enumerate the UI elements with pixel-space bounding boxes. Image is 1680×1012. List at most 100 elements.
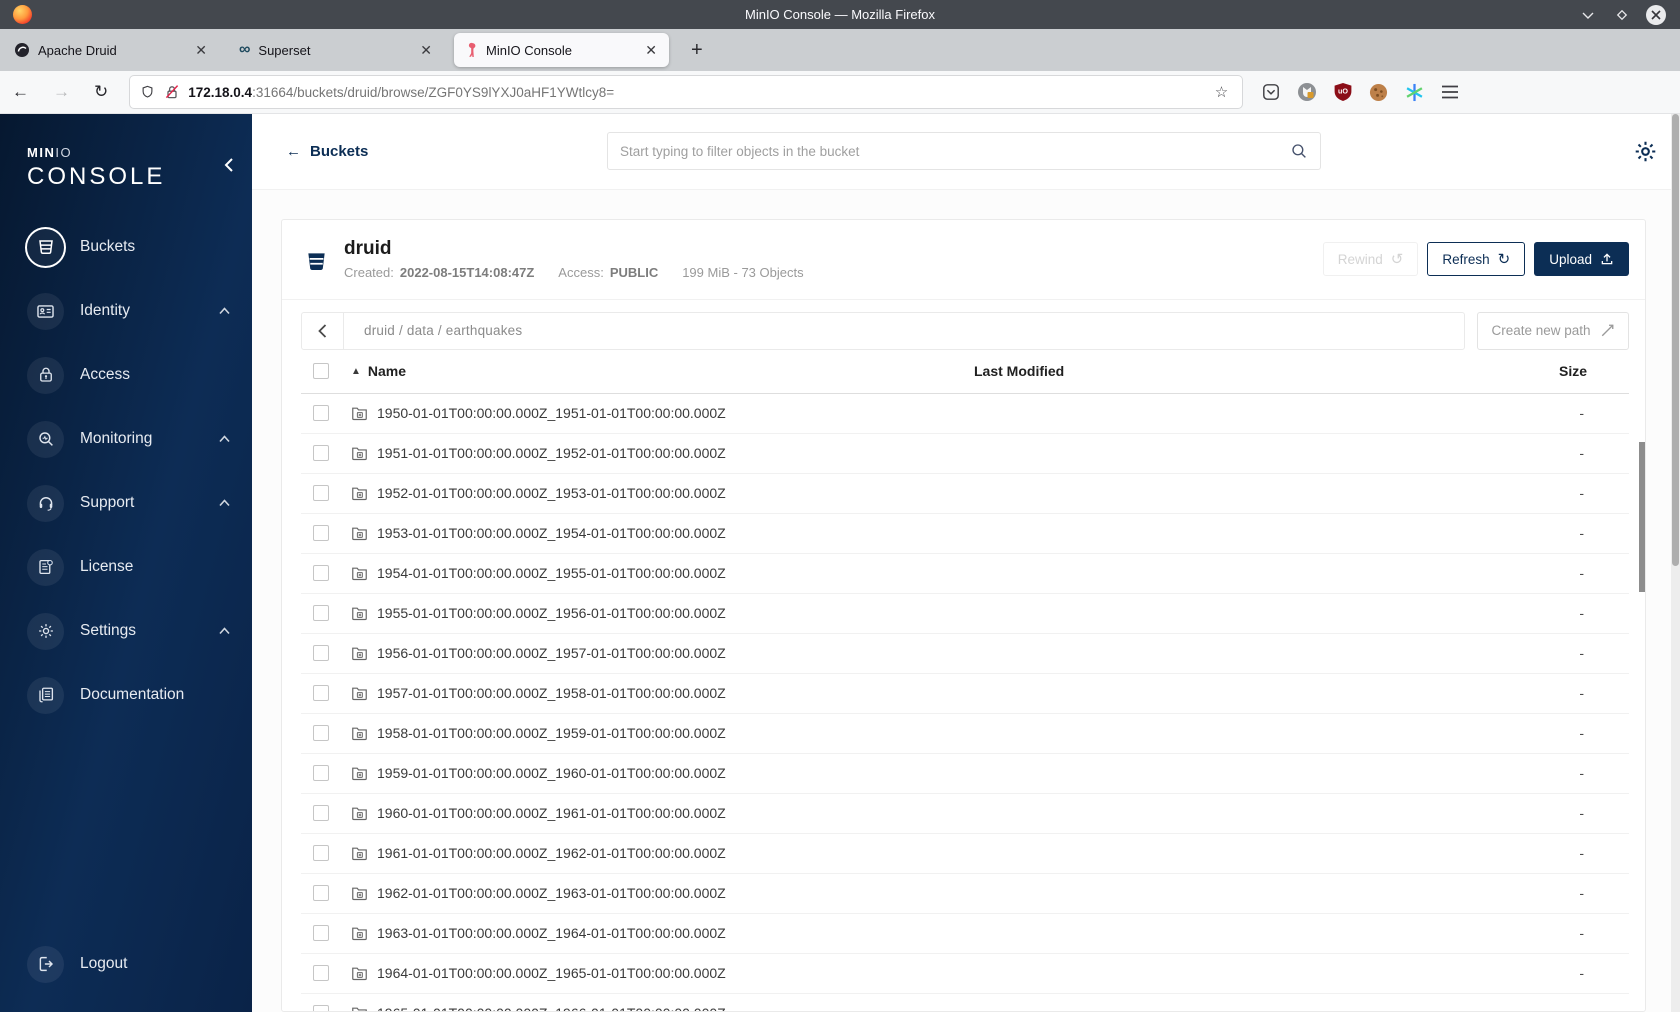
object-size: - [1579,805,1584,822]
tab-close-icon[interactable]: ✕ [193,42,209,59]
cookie-extension-icon[interactable] [1369,83,1388,102]
tab-close-icon[interactable]: ✕ [643,42,659,59]
search-icon [1292,144,1306,159]
table-row[interactable]: 1952-01-01T00:00:00.000Z_1953-01-01T00:0… [301,474,1629,514]
sidebar-item-documentation[interactable]: Documentation [0,663,252,727]
row-checkbox[interactable] [313,925,329,942]
row-checkbox[interactable] [313,845,329,862]
table-row[interactable]: 1959-01-01T00:00:00.000Z_1960-01-01T00:0… [301,754,1629,794]
column-header-last-modified: Last Modified [974,363,1065,380]
object-name: 1956-01-01T00:00:00.000Z_1957-01-01T00:0… [377,645,726,662]
page-scrollbar-thumb[interactable] [1672,114,1679,566]
row-checkbox[interactable] [313,885,329,902]
table-row[interactable]: 1950-01-01T00:00:00.000Z_1951-01-01T00:0… [301,394,1629,434]
row-checkbox[interactable] [313,525,329,542]
table-row[interactable]: 1960-01-01T00:00:00.000Z_1961-01-01T00:0… [301,794,1629,834]
new-tab-button[interactable]: + [683,39,711,62]
upload-button[interactable]: Upload [1534,242,1629,277]
ublock-extension-icon[interactable]: uO [1334,83,1352,101]
tab-superset[interactable]: ∞ Superset ✕ [229,33,444,67]
folder-icon [352,567,367,580]
row-checkbox[interactable] [313,725,329,742]
row-checkbox[interactable] [313,965,329,982]
pocket-extension-icon[interactable] [1262,83,1280,101]
browser-toolbar: ← → ↻ 172.18.0.4:31664/buckets/druid/bro… [0,71,1680,114]
rewind-button[interactable]: Rewind ↺ [1322,242,1419,277]
sidebar-item-monitoring[interactable]: Monitoring [0,407,252,471]
bookmark-star-icon[interactable]: ☆ [1211,83,1232,101]
hamburger-menu-icon[interactable] [1441,85,1459,99]
row-checkbox[interactable] [313,685,329,702]
tab-close-icon[interactable]: ✕ [418,42,434,59]
create-new-path-button[interactable]: Create new path [1477,311,1629,350]
tab-apache-druid[interactable]: Apache Druid ✕ [4,33,219,67]
filter-objects-searchbox[interactable] [607,132,1321,171]
window-maximize-icon[interactable] [1612,5,1632,25]
table-row[interactable]: 1955-01-01T00:00:00.000Z_1956-01-01T00:0… [301,594,1629,634]
row-checkbox[interactable] [313,405,329,422]
sidebar-item-license[interactable]: License [0,535,252,599]
forward-button[interactable]: → [41,82,82,102]
object-size: - [1579,925,1584,942]
window-minimize-icon[interactable] [1578,5,1598,25]
table-row[interactable]: 1963-01-01T00:00:00.000Z_1964-01-01T00:0… [301,914,1629,954]
minio-flamingo-favicon [468,42,476,57]
sidebar-collapse-icon[interactable] [224,158,234,172]
back-to-buckets-link[interactable]: ← Buckets [286,143,368,160]
table-row[interactable]: 1951-01-01T00:00:00.000Z_1952-01-01T00:0… [301,434,1629,474]
table-scrollbar-thumb[interactable] [1639,441,1645,592]
folder-icon [352,807,367,820]
sidebar-item-support[interactable]: Support [0,471,252,535]
column-header-name[interactable]: ▲ Name [351,363,929,379]
console-settings-gear-icon[interactable] [1633,139,1658,164]
url-host: 172.18.0.4 [188,84,253,100]
object-name: 1957-01-01T00:00:00.000Z_1958-01-01T00:0… [377,685,726,702]
row-checkbox[interactable] [313,485,329,502]
refresh-button[interactable]: Refresh ↻ [1427,242,1526,277]
table-scrollbar[interactable] [1639,441,1645,1011]
row-checkbox[interactable] [313,765,329,782]
object-name: 1954-01-01T00:00:00.000Z_1955-01-01T00:0… [377,565,726,582]
sidebar-item-settings[interactable]: Settings [0,599,252,663]
new-path-icon [1601,324,1613,337]
row-checkbox[interactable] [313,805,329,822]
select-all-checkbox[interactable] [313,363,329,380]
sidebar-item-access[interactable]: Access [0,343,252,407]
sidebar-item-identity[interactable]: Identity [0,279,252,343]
url-bar[interactable]: 172.18.0.4:31664/buckets/druid/browse/ZG… [130,76,1243,108]
table-row[interactable]: 1957-01-01T00:00:00.000Z_1958-01-01T00:0… [301,674,1629,714]
tracking-shield-icon [142,85,153,98]
table-row[interactable]: 1961-01-01T00:00:00.000Z_1962-01-01T00:0… [301,834,1629,874]
row-checkbox[interactable] [313,1005,329,1011]
table-row[interactable]: 1958-01-01T00:00:00.000Z_1959-01-01T00:0… [301,714,1629,754]
page-scrollbar[interactable] [1671,114,1680,1012]
sidebar-item-buckets[interactable]: Buckets [0,215,252,279]
table-row[interactable]: 1953-01-01T00:00:00.000Z_1954-01-01T00:0… [301,514,1629,554]
table-row[interactable]: 1956-01-01T00:00:00.000Z_1957-01-01T00:0… [301,634,1629,674]
object-size: - [1579,685,1584,702]
folder-icon [352,767,367,780]
tab-minio-console[interactable]: MinIO Console ✕ [454,33,669,67]
privacy-badger-extension-icon[interactable] [1297,82,1317,102]
table-row[interactable]: 1965-01-01T00:00:00.000Z_1966-01-01T00:0… [301,994,1629,1011]
row-checkbox[interactable] [313,565,329,582]
table-row[interactable]: 1954-01-01T00:00:00.000Z_1955-01-01T00:0… [301,554,1629,594]
object-list: 1950-01-01T00:00:00.000Z_1951-01-01T00:0… [301,394,1629,1011]
breadcrumb[interactable]: druid / data / earthquakes [364,323,522,338]
gear-icon [27,612,64,650]
reload-button[interactable]: ↻ [82,82,120,102]
row-checkbox[interactable] [313,645,329,662]
back-button[interactable]: ← [0,82,41,102]
window-close-icon[interactable] [1646,4,1666,25]
multicolor-asterisk-extension-icon[interactable] [1405,83,1424,102]
path-back-chevron-icon[interactable] [302,312,344,349]
folder-icon [352,887,367,900]
row-checkbox[interactable] [313,445,329,462]
table-row[interactable]: 1964-01-01T00:00:00.000Z_1965-01-01T00:0… [301,954,1629,994]
folder-icon [352,407,367,420]
row-checkbox[interactable] [313,605,329,622]
table-row[interactable]: 1962-01-01T00:00:00.000Z_1963-01-01T00:0… [301,874,1629,914]
object-name: 1955-01-01T00:00:00.000Z_1956-01-01T00:0… [377,605,726,622]
sidebar-item-logout[interactable]: Logout [0,932,252,996]
search-input[interactable] [620,143,1290,159]
